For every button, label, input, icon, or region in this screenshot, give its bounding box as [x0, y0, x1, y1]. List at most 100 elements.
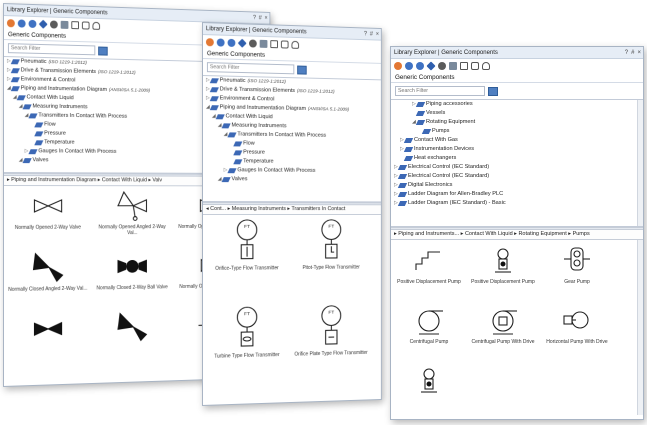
- tree-node[interactable]: ▷ Electrical Control (IEC Standard): [391, 163, 643, 172]
- symbol-tile[interactable]: FT Turbine Type Flow Transmitter: [207, 306, 287, 360]
- symbol-tile[interactable]: Positive Displacement Pump: [469, 244, 537, 285]
- help-button[interactable]: ?: [364, 28, 367, 40]
- panel-title: Library Explorer | Generic Components: [206, 26, 307, 35]
- search-input[interactable]: [8, 43, 95, 55]
- symbol-tile[interactable]: Horizontal Pump With Drive: [543, 304, 611, 345]
- diamond-icon[interactable]: [238, 38, 247, 47]
- globe-add-icon[interactable]: [416, 62, 424, 70]
- close-button[interactable]: ×: [264, 13, 267, 25]
- library-icon[interactable]: [7, 19, 15, 27]
- symbol-label: Positive Displacement Pump: [395, 279, 463, 285]
- folder-icon: [422, 129, 431, 134]
- symbol-grid: Positive Displacement Pump Positive Displ…: [391, 240, 643, 415]
- tree-node-label: Flow: [243, 140, 254, 149]
- diamond-icon[interactable]: [39, 19, 48, 28]
- pin-button[interactable]: #: [259, 13, 262, 25]
- library-tree[interactable]: ▷ Piping accessories Vessels ◢ Rotating Equi…: [391, 99, 643, 227]
- symbol-tile[interactable]: Normally Opened Angled 2-Way Val...: [93, 190, 170, 236]
- export-icon[interactable]: [71, 21, 79, 29]
- symbol-tile[interactable]: FT Pitot-Type Flow Transmitter: [292, 219, 369, 271]
- symbol-tile[interactable]: Gear Pump: [543, 244, 611, 285]
- tree-node[interactable]: ◢ Rotating Equipment: [391, 118, 643, 127]
- symbol-tile[interactable]: [8, 312, 88, 349]
- search-input[interactable]: [207, 62, 294, 74]
- horizontal-pump-icon: [558, 304, 596, 336]
- library-icon[interactable]: [206, 38, 214, 46]
- tree-node[interactable]: ◢ Valves: [203, 175, 381, 185]
- library-tree[interactable]: ▷ Pneumatic (ISO 1219-1:2012) ▷ Drive & Tran…: [203, 75, 381, 202]
- symbol-tile[interactable]: FT Orifice Plate Type Flow Transmitter: [292, 304, 369, 357]
- window-buttons: ? # ×: [625, 47, 641, 59]
- close-button[interactable]: ×: [637, 47, 641, 59]
- filter-icon[interactable]: [297, 65, 307, 74]
- import-icon[interactable]: [281, 40, 289, 48]
- tree-node-label: Temperature: [44, 138, 74, 147]
- filter-icon[interactable]: [488, 87, 498, 96]
- tree-node[interactable]: ▷ Electrical Control (IEC Standard): [391, 172, 643, 181]
- tree-node[interactable]: ▷ Ladder Diagram for Allen-Bradley PLC: [391, 190, 643, 199]
- folder-icon: [222, 123, 231, 128]
- globe-icon[interactable]: [217, 38, 225, 46]
- import-icon[interactable]: [471, 62, 479, 70]
- grid-icon[interactable]: [260, 39, 268, 47]
- pin-button[interactable]: #: [631, 47, 634, 59]
- symbol-tile[interactable]: Positive Displacement Pump: [395, 244, 463, 285]
- symbol-tile[interactable]: [93, 310, 170, 346]
- symbol-tile[interactable]: Centrifugal Pump: [395, 304, 463, 345]
- lock-icon[interactable]: [92, 21, 100, 29]
- tree-node-label: Valves: [231, 175, 247, 184]
- search-input[interactable]: [395, 86, 485, 96]
- symbol-tile[interactable]: Centrifugal Pump With Drive: [469, 304, 537, 345]
- centrifugal-drive-icon: [484, 304, 522, 336]
- export-icon[interactable]: [270, 40, 278, 48]
- folder-icon: [233, 141, 242, 146]
- tree-node[interactable]: Heat exchangers: [391, 154, 643, 163]
- panel-title: Library Explorer | Generic Components: [394, 50, 498, 56]
- library-icon[interactable]: [394, 62, 402, 70]
- refresh-icon[interactable]: [249, 39, 257, 47]
- tree-node[interactable]: ▷ Piping accessories: [391, 100, 643, 109]
- tree-scrollbar[interactable]: [637, 100, 643, 227]
- help-button[interactable]: ?: [625, 47, 628, 59]
- symbol-grid: FT Orifice-Type Flow Transmitter FT Pitot-T…: [203, 215, 381, 395]
- globe-add-icon[interactable]: [228, 38, 236, 46]
- symbol-tile[interactable]: Normally Closed 2-Way Ball Valve: [93, 250, 170, 291]
- tree-node-label: Gauges In Contact With Process: [237, 166, 315, 175]
- import-icon[interactable]: [82, 21, 90, 29]
- tree-node-label: Ladder Diagram for Allen-Bradley PLC: [408, 190, 503, 199]
- diamond-icon[interactable]: [426, 61, 435, 70]
- symbol-label: Centrifugal Pump With Drive: [469, 339, 537, 345]
- lock-icon[interactable]: [291, 40, 299, 48]
- breadcrumb[interactable]: ▸ Piping and Instruments... ▸ Contact Wi…: [391, 230, 643, 240]
- close-button[interactable]: ×: [376, 29, 379, 41]
- tree-node[interactable]: ▷ Ladder Diagram (IEC Standard) - Basic: [391, 199, 643, 208]
- tree-node[interactable]: ▷ Digital Electronics: [391, 181, 643, 190]
- export-icon[interactable]: [460, 62, 468, 70]
- symbol-tile[interactable]: FT Orifice-Type Flow Transmitter: [207, 219, 287, 272]
- refresh-icon[interactable]: [50, 20, 58, 28]
- lock-icon[interactable]: [482, 62, 490, 70]
- folder-icon: [404, 138, 413, 143]
- grid-icon[interactable]: [61, 20, 69, 28]
- symbol-tile[interactable]: Normally Closed Angled 2-Way Val...: [8, 251, 88, 293]
- panel-title-bar[interactable]: Library Explorer | Generic Components ? …: [391, 47, 643, 59]
- globe-icon[interactable]: [18, 19, 26, 27]
- breadcrumb[interactable]: ◂ Cont... ▸ Measuring Instruments ▸ Tran…: [203, 205, 381, 215]
- tree-node[interactable]: Pumps: [391, 127, 643, 136]
- symbol-tile[interactable]: Normally Opened 2-Way Valve: [8, 190, 88, 231]
- pin-button[interactable]: #: [370, 29, 373, 41]
- globe-add-icon[interactable]: [29, 19, 37, 27]
- folder-icon: [34, 122, 43, 127]
- tree-node[interactable]: ▷ Contact With Gas: [391, 136, 643, 145]
- globe-icon[interactable]: [405, 62, 413, 70]
- grid-scrollbar[interactable]: [637, 240, 643, 415]
- tree-node[interactable]: ▷ Instrumentation Devices: [391, 145, 643, 154]
- folder-icon: [416, 102, 425, 107]
- symbol-tile[interactable]: [395, 364, 463, 399]
- tree-node[interactable]: Vessels: [391, 109, 643, 118]
- grid-icon[interactable]: [449, 62, 457, 70]
- refresh-icon[interactable]: [438, 62, 446, 70]
- tree-node-label: Flow: [44, 121, 55, 130]
- filter-icon[interactable]: [98, 46, 108, 55]
- help-button[interactable]: ?: [253, 12, 256, 24]
